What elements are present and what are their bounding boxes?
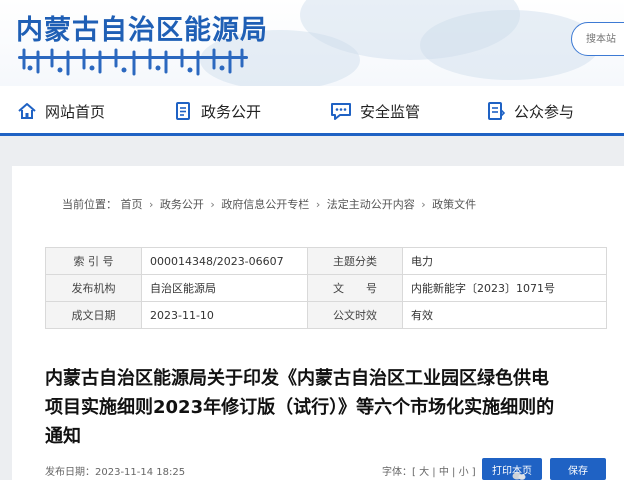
- publish-date: 发布日期：2023-11-14 18:25: [45, 463, 185, 478]
- issuing-agency-value: 自治区能源局: [141, 274, 308, 302]
- subject-category-value: 电力: [402, 247, 607, 275]
- subject-category-label: 主题分类: [307, 247, 403, 275]
- chat-shield-icon: [331, 103, 351, 120]
- document-metadata-table: 索 引 号 000014348/2023-06607 主题分类 电力 发布机构 …: [45, 247, 607, 329]
- nav-item-label: 安全监管: [360, 102, 421, 121]
- nav-item-home[interactable]: 网站首页: [16, 96, 105, 126]
- breadcrumb-prefix: 当前位置：: [62, 198, 117, 211]
- main-nav: 网站首页 政务公开 安全监管 公众参与: [0, 86, 624, 136]
- breadcrumb-separator: ›: [421, 198, 426, 211]
- breadcrumb-item-statutory-disclosure[interactable]: 法定主动公开内容: [327, 198, 415, 211]
- table-row: 成文日期 2023-11-10 公文时效 有效: [45, 301, 607, 329]
- breadcrumb-item-policy-documents[interactable]: 政策文件: [432, 198, 476, 211]
- document-number-value: 内能新能字〔2023〕1071号: [402, 274, 607, 302]
- document-icon: [176, 102, 190, 120]
- font-size-large-button[interactable]: 大: [419, 467, 429, 478]
- validity-label: 公文时效: [307, 301, 403, 329]
- site-header: 内蒙古自治区能源局: [0, 0, 624, 86]
- breadcrumb: 当前位置： 首页 › 政务公开 › 政府信息公开专栏 › 法定主动公开内容 › …: [62, 196, 476, 212]
- table-row: 发布机构 自治区能源局 文 号 内能新能字〔2023〕1071号: [45, 274, 607, 302]
- save-button[interactable]: 保存: [550, 458, 606, 480]
- clipboard-icon: [488, 102, 506, 120]
- breadcrumb-item-home[interactable]: 首页: [121, 198, 143, 211]
- table-row: 索 引 号 000014348/2023-06607 主题分类 电力: [45, 247, 607, 275]
- font-size-small-button[interactable]: 小: [459, 467, 469, 478]
- search-box[interactable]: [571, 22, 624, 56]
- nav-item-safety-supervision[interactable]: 安全监管: [329, 96, 420, 126]
- font-size-medium-button[interactable]: 中: [439, 467, 449, 478]
- font-size-bracket-close: ]: [471, 467, 476, 478]
- breadcrumb-separator: ›: [149, 198, 154, 211]
- article-title: 内蒙古自治区能源局关于印发《内蒙古自治区工业园区绿色供电项目实施细则2023年修…: [45, 368, 555, 447]
- font-size-bracket-open: [: [412, 467, 416, 478]
- index-number-value: 000014348/2023-06607: [141, 247, 308, 275]
- nav-item-label: 网站首页: [45, 102, 106, 121]
- nav-item-government-affairs[interactable]: 政务公开: [172, 96, 261, 126]
- breadcrumb-item-info-disclosure[interactable]: 政府信息公开专栏: [221, 198, 309, 211]
- home-icon: [18, 103, 36, 119]
- document-number-label: 文 号: [307, 274, 403, 302]
- wechat-icon: [512, 472, 526, 480]
- nav-item-public-participation[interactable]: 公众参与: [485, 96, 574, 126]
- breadcrumb-separator: ›: [210, 198, 215, 211]
- mongolian-script-logo: [18, 48, 248, 76]
- content-panel: 当前位置： 首页 › 政务公开 › 政府信息公开专栏 › 法定主动公开内容 › …: [12, 166, 624, 480]
- issuing-agency-label: 发布机构: [45, 274, 142, 302]
- breadcrumb-item-government-affairs[interactable]: 政务公开: [160, 198, 204, 211]
- validity-value: 有效: [402, 301, 607, 329]
- publish-date-value: 2023-11-14 18:25: [95, 467, 186, 478]
- publish-date-label: 发布日期：: [45, 467, 95, 478]
- site-title[interactable]: 内蒙古自治区能源局: [16, 8, 268, 47]
- font-size-label: 字体：: [382, 467, 412, 478]
- nav-item-label: 政务公开: [201, 102, 262, 121]
- search-input[interactable]: [572, 23, 624, 55]
- breadcrumb-separator: ›: [315, 198, 321, 211]
- font-size-selector: 字体：[ 大 | 中 | 小 ]: [382, 467, 476, 478]
- written-date-value: 2023-11-10: [141, 301, 308, 329]
- nav-item-label: 公众参与: [514, 102, 575, 121]
- index-number-label: 索 引 号: [45, 247, 142, 275]
- written-date-label: 成文日期: [45, 301, 142, 329]
